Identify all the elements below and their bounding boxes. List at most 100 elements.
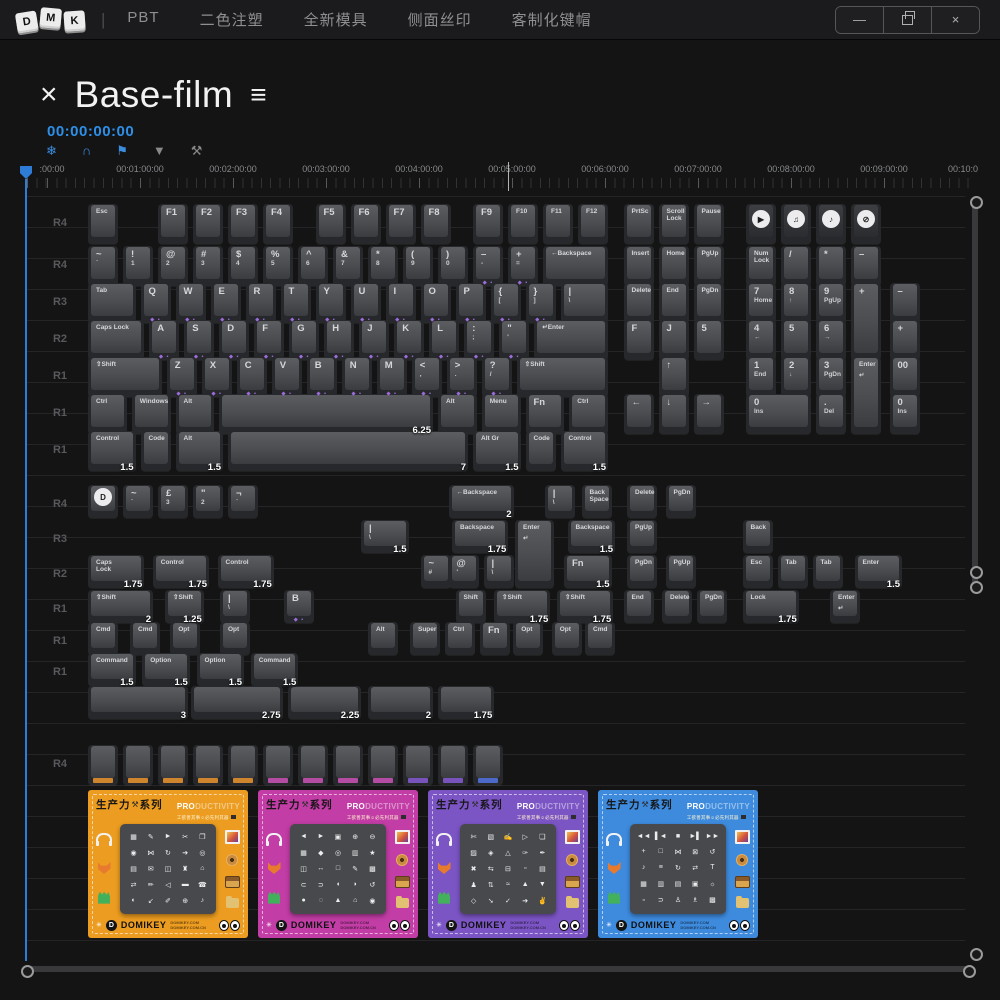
- brand-urls: DOMIKEY.COM DOMIKEY.COM.CN: [340, 920, 376, 930]
- key-K: K◆ ▪: [394, 320, 424, 360]
- key-£: £3: [158, 485, 188, 518]
- key-$: $4: [228, 246, 258, 286]
- key-Alt-Gr: Alt Gr1.5: [473, 431, 521, 471]
- key-Alt: Alt: [368, 622, 398, 655]
- topbar: D M K | PBT二色注塑全新模具侧面丝印客制化键帽 — ×: [0, 0, 1000, 40]
- domikey-logo-icon: D: [616, 920, 627, 931]
- key-Scroll-Lock: Scroll Lock: [659, 204, 689, 244]
- ruler-timestamp: 00:02:00:00: [209, 164, 257, 174]
- key-blank: [438, 745, 468, 785]
- key-Control: Control1.5: [88, 431, 136, 471]
- picture-icon: [395, 830, 410, 844]
- card-header: 生产力⚒系列PRODUCTIVITY工欲善其事☺必先利其器: [606, 797, 750, 821]
- key-~: ~`: [123, 485, 153, 518]
- card-footer: ✳DDOMIKEYDOMIKEY.COM DOMIKEY.COM.CN: [436, 920, 580, 931]
- sequence-header: × Base-film ≡: [40, 74, 267, 116]
- card-footer: ✳DDOMIKEYDOMIKEY.COM DOMIKEY.COM.CN: [266, 920, 410, 931]
- icon-grid: ▦✎►✂❐◉⋈↻➔◎▤✉◫♜⌂⇄✏◁▬☎◐↙✐⊕♪: [120, 824, 216, 914]
- key-PrtSc: PrtSc: [624, 204, 654, 244]
- playhead-line: [25, 179, 27, 961]
- brand-name: DOMIKEY: [291, 920, 337, 930]
- key-Windows: Windows: [132, 394, 171, 434]
- timeline-ruler[interactable]: :00:0000:01:00:0000:02:00:0000:03:00:000…: [0, 160, 1000, 192]
- restore-button[interactable]: [883, 7, 931, 33]
- ruler-timestamp: :00:00: [39, 164, 64, 174]
- key-Insert: Insert: [624, 246, 654, 286]
- vertical-scrollbar[interactable]: [972, 196, 978, 586]
- brand-name: DOMIKEY: [631, 920, 677, 930]
- key-blank: [403, 745, 433, 785]
- tool-icon: ⚒: [472, 800, 479, 809]
- topbar-divider: |: [101, 10, 105, 30]
- key-%: %5: [263, 246, 293, 286]
- card-subtitle: 工欲善其事☺必先利其器: [517, 815, 580, 821]
- key-Y: Y◆ ▪: [316, 283, 346, 323]
- key-–: –: [851, 246, 881, 286]
- card-footer: ✳DDOMIKEYDOMIKEY.COM DOMIKEY.COM.CN: [606, 920, 750, 931]
- ruler-ticks: [25, 178, 975, 188]
- card-header: 生产力⚒系列PRODUCTIVITY工欲善其事☺必先利其器: [266, 797, 410, 821]
- scroll-handle[interactable]: [970, 566, 983, 579]
- key-blank: [88, 745, 118, 785]
- key-Delete: Delete: [662, 590, 692, 623]
- snowflake-icon[interactable]: ❄: [46, 144, 57, 157]
- menu-item[interactable]: PBT: [127, 9, 159, 30]
- magnet-icon[interactable]: ∩: [82, 144, 91, 157]
- key-F6: F6: [351, 204, 381, 244]
- scroll-handle[interactable]: [970, 948, 983, 961]
- sequence-close-icon[interactable]: ×: [40, 80, 58, 110]
- minimize-button[interactable]: —: [836, 7, 883, 33]
- close-button[interactable]: ×: [931, 7, 979, 33]
- key-|: |\: [484, 555, 514, 588]
- shield-icon[interactable]: ▼: [153, 144, 166, 157]
- card-brand-block: PRODUCTIVITY工欲善其事☺必先利其器: [177, 797, 240, 821]
- key-Fn: Fn: [526, 394, 565, 434]
- menu-item[interactable]: 二色注塑: [200, 9, 264, 30]
- key-L: L◆ ▪: [429, 320, 459, 360]
- menu-item[interactable]: 客制化键帽: [512, 9, 592, 30]
- key-8: 8↑: [781, 283, 811, 323]
- track-label: R2: [42, 568, 78, 580]
- folder-icon: [226, 898, 239, 908]
- key-Pause: Pause: [694, 204, 724, 244]
- scroll-handle[interactable]: [963, 965, 976, 978]
- hamburger-menu-icon[interactable]: ≡: [250, 81, 266, 109]
- card-left-icons: [606, 825, 622, 913]
- key-Ctrl: Ctrl: [569, 394, 608, 434]
- key-blank: [263, 745, 293, 785]
- card-left-icons: [266, 825, 282, 913]
- icon-grid: ◄◄▌◄■►▌►►+□⋈⊠↺♪≡↻⇄T▦▥▤▣☼▫⊃♙♗▩: [630, 824, 726, 914]
- key-PgDn: PgDn: [666, 485, 696, 518]
- menu-item[interactable]: 侧面丝印: [408, 9, 472, 30]
- key-7: 7Home: [746, 283, 776, 323]
- scroll-handle[interactable]: [21, 965, 34, 978]
- scroll-handle[interactable]: [970, 196, 983, 209]
- key-Control: Control1.5: [561, 431, 609, 471]
- timecode[interactable]: 00:00:00:00: [47, 123, 134, 140]
- key-–: –: [890, 283, 920, 323]
- key-Cmd: Cmd: [88, 622, 118, 655]
- horizontal-scrollbar[interactable]: [25, 966, 970, 972]
- key-Delete: Delete: [624, 283, 654, 323]
- chest-icon: [225, 876, 240, 888]
- track-label: R4: [42, 217, 78, 229]
- menu-item[interactable]: 全新模具: [304, 9, 368, 30]
- key-V: V◆ ▪: [272, 357, 302, 397]
- scroll-handle[interactable]: [970, 581, 983, 594]
- page-title: Base-film: [75, 74, 234, 116]
- card-body: ◄►▣⊕⊖▦◆◎▥★◫↔□✎▩⊂⊃◖◗↺●◌▲⌂◉: [266, 823, 410, 915]
- key-F2: F2: [193, 204, 223, 244]
- track-label: R1: [42, 603, 78, 615]
- key-¬: ¬`: [228, 485, 258, 518]
- chest-icon: [735, 876, 750, 888]
- glove-icon: [438, 892, 450, 904]
- key-Lock: Lock1.75: [743, 590, 799, 623]
- track-label: R1: [42, 666, 78, 678]
- wrench-icon[interactable]: ⚒: [191, 144, 203, 157]
- headphones-icon: [436, 833, 452, 844]
- track-label: R3: [42, 296, 78, 308]
- eyes-icon: [559, 920, 580, 931]
- flag-icon[interactable]: ⚑: [116, 144, 128, 157]
- key-~: ~`: [88, 246, 118, 286]
- sparkle-icon: ✳: [606, 921, 612, 929]
